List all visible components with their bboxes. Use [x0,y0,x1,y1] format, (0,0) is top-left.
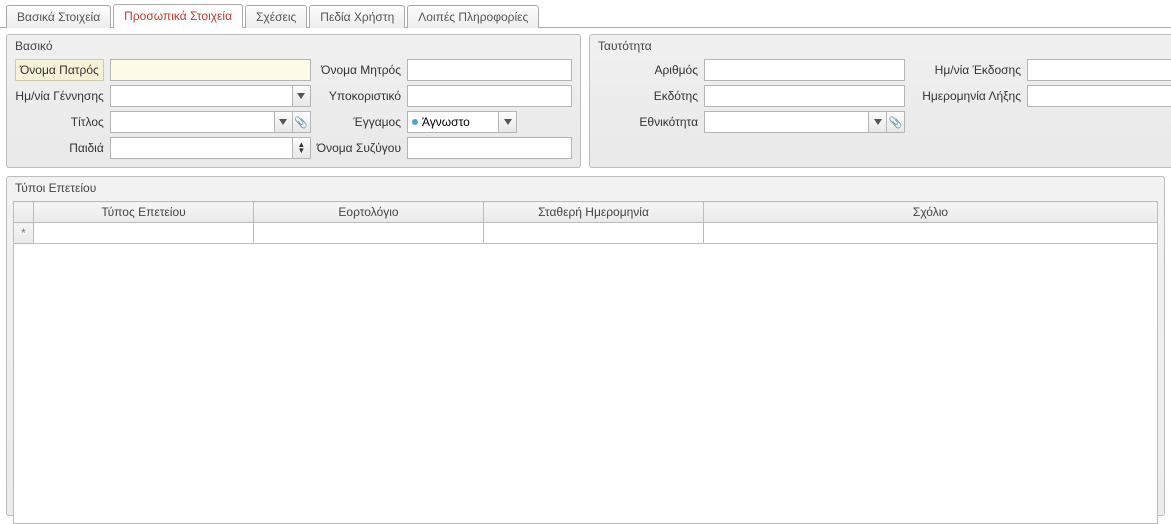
issue-date-label: Ημ/νία Έκδοσης [911,63,1021,77]
grid-col-fixed-date[interactable]: Σταθερή Ημερομηνία [484,202,704,223]
mother-name-label: Όνομα Μητρός [317,63,401,77]
marital-label: Έγγαμος [317,115,401,129]
nickname-field-wrap [407,85,572,107]
issue-date-input[interactable] [1027,59,1171,81]
father-name-input[interactable] [110,59,311,81]
id-number-wrap [704,59,905,81]
tab-content: Βασικό Όνομα Πατρός Όνομα Μητρός Ημ/νία … [0,28,1171,522]
children-label: Παιδιά [15,141,104,155]
children-spinner[interactable]: ▲ ▼ [293,137,311,159]
group-identity-legend: Ταυτότητα [598,39,652,53]
grid-new-row[interactable]: * [14,223,1158,244]
birth-date-input[interactable] [110,85,293,107]
nationality-wrap [704,111,905,133]
chevron-down-icon: ▼ [297,148,305,154]
grid-empty-area[interactable] [13,244,1158,524]
grid-cell-fixed-date[interactable] [484,223,704,244]
title-label: Τίτλος [15,115,104,129]
grid-col-type[interactable]: Τύπος Επετείου [34,202,254,223]
issuer-label: Εκδότης [598,89,698,103]
issue-date-wrap [1027,59,1171,81]
birth-date-dropdown-button[interactable] [293,85,311,107]
grid-rowheader-col [14,202,34,223]
spouse-input[interactable] [407,137,572,159]
children-input[interactable] [110,137,293,159]
tab-user-fields[interactable]: Πεδία Χρήστη [309,5,405,28]
birth-date-label: Ημ/νία Γέννησης [15,89,104,103]
chevron-down-icon [279,119,287,125]
marital-input[interactable] [407,111,499,133]
father-name-label: Όνομα Πατρός [15,59,104,81]
children-field-wrap: ▲ ▼ [110,137,311,159]
birth-date-field-wrap [110,85,311,107]
father-name-field-wrap [110,59,311,81]
nationality-attachment-button[interactable] [887,111,905,133]
chevron-down-icon [297,93,305,99]
expiry-date-label: Ημερομηνία Λήξης [911,89,1021,103]
grid-cell-type[interactable] [34,223,254,244]
title-attachment-button[interactable] [293,111,311,133]
anniversary-grid: Τύπος Επετείου Εορτολόγιο Σταθερή Ημερομ… [13,201,1158,244]
spouse-field-wrap [407,137,572,159]
marital-field-wrap [407,111,572,133]
title-dropdown-button[interactable] [275,111,293,133]
chevron-down-icon [504,119,512,125]
grid-col-calendar[interactable]: Εορτολόγιο [254,202,484,223]
mother-name-field-wrap [407,59,572,81]
tab-other-info[interactable]: Λοιπές Πληροφορίες [407,5,539,28]
tabbar: Βασικά Στοιχεία Προσωπικά Στοιχεία Σχέσε… [0,0,1171,28]
marital-dropdown-button[interactable] [499,111,517,133]
tab-personal-info[interactable]: Προσωπικά Στοιχεία [113,4,243,28]
nationality-dropdown-button[interactable] [869,111,887,133]
nationality-label: Εθνικότητα [598,115,698,129]
nickname-label: Υποκοριστικό [317,89,401,103]
id-number-input[interactable] [704,59,905,81]
expiry-date-wrap [1027,85,1171,107]
nickname-input[interactable] [407,85,572,107]
expiry-date-input[interactable] [1027,85,1171,107]
group-anniversary: Τύποι Επετείου Τύπος Επετείου Εορτολόγιο… [6,176,1165,516]
issuer-wrap [704,85,905,107]
id-number-label: Αριθμός [598,63,698,77]
title-input[interactable] [110,111,275,133]
grid-col-comment[interactable]: Σχόλιο [704,202,1158,223]
mother-name-input[interactable] [407,59,572,81]
group-identity: Ταυτότητα Αριθμός Ημ/νία Έκδοσης Εκδότης [589,34,1171,168]
tab-relations[interactable]: Σχέσεις [245,5,307,28]
chevron-down-icon [874,119,882,125]
title-field-wrap [110,111,311,133]
spouse-label: Όνομα Συζύγου [317,141,401,155]
group-anniversary-legend: Τύποι Επετείου [15,181,96,195]
grid-cell-calendar[interactable] [254,223,484,244]
group-basic-legend: Βασικό [15,39,53,53]
grid-new-row-marker: * [14,223,34,244]
tab-basic-info[interactable]: Βασικά Στοιχεία [6,5,111,28]
issuer-input[interactable] [704,85,905,107]
status-dot-icon [412,119,418,125]
group-basic: Βασικό Όνομα Πατρός Όνομα Μητρός Ημ/νία … [6,34,581,168]
nationality-input[interactable] [704,111,869,133]
grid-cell-comment[interactable] [704,223,1158,244]
